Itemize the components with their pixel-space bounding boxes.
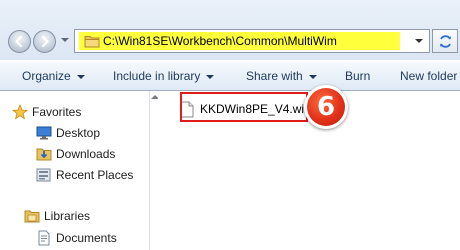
- recent-pages-dropdown[interactable]: [61, 38, 69, 42]
- burn-button[interactable]: Burn: [345, 69, 370, 83]
- nav-item-label: Recent Places: [56, 168, 134, 182]
- forward-arrow-icon: [41, 35, 49, 48]
- include-in-library-menu[interactable]: Include in library: [113, 69, 215, 83]
- chevron-down-icon: [76, 74, 85, 79]
- chevron-down-icon: [308, 74, 317, 79]
- star-icon: [12, 104, 28, 120]
- organize-menu[interactable]: Organize: [22, 69, 85, 83]
- refresh-icon: [440, 35, 451, 48]
- desktop-icon: [36, 126, 52, 140]
- recent-places-icon: [36, 168, 51, 182]
- chevron-down-icon: [206, 74, 215, 79]
- burn-label: Burn: [345, 69, 371, 83]
- step-badge: 6: [304, 85, 348, 129]
- share-with-label: Share with: [246, 69, 303, 83]
- nav-libraries-label: Libraries: [44, 209, 91, 223]
- address-dropdown-icon[interactable]: [415, 39, 423, 43]
- include-in-library-label: Include in library: [113, 69, 201, 83]
- new-folder-button[interactable]: New folder: [400, 69, 457, 83]
- nav-item-label: Desktop: [56, 126, 101, 140]
- share-with-menu[interactable]: Share with: [246, 69, 317, 83]
- new-folder-label: New folder: [400, 69, 458, 83]
- back-button[interactable]: [8, 30, 31, 53]
- command-toolbar: Organize Include in library Share with B…: [0, 61, 460, 91]
- forward-button[interactable]: [33, 30, 56, 53]
- address-bar-row: C:\Win81SE\Workbench\Common\MultiWim: [0, 0, 460, 60]
- nav-item-label: Downloads: [56, 147, 116, 161]
- folder-icon: [84, 36, 100, 48]
- step-number: 6: [307, 88, 345, 126]
- address-field[interactable]: C:\Win81SE\Workbench\Common\MultiWim: [74, 29, 430, 53]
- organize-label: Organize: [22, 69, 71, 83]
- downloads-folder-icon: [36, 148, 52, 161]
- nav-item-label: Documents: [56, 231, 117, 245]
- address-path: C:\Win81SE\Workbench\Common\MultiWim: [103, 34, 337, 48]
- nav-favorites-label: Favorites: [32, 105, 82, 119]
- highlight-box: [180, 92, 308, 122]
- libraries-icon: [24, 210, 40, 223]
- navigation-pane: Favorites Desktop Downloads Recent Place…: [0, 91, 149, 250]
- back-arrow-icon: [15, 35, 23, 48]
- documents-icon: [38, 230, 50, 246]
- refresh-button[interactable]: [432, 29, 458, 53]
- pane-splitter[interactable]: [149, 91, 150, 250]
